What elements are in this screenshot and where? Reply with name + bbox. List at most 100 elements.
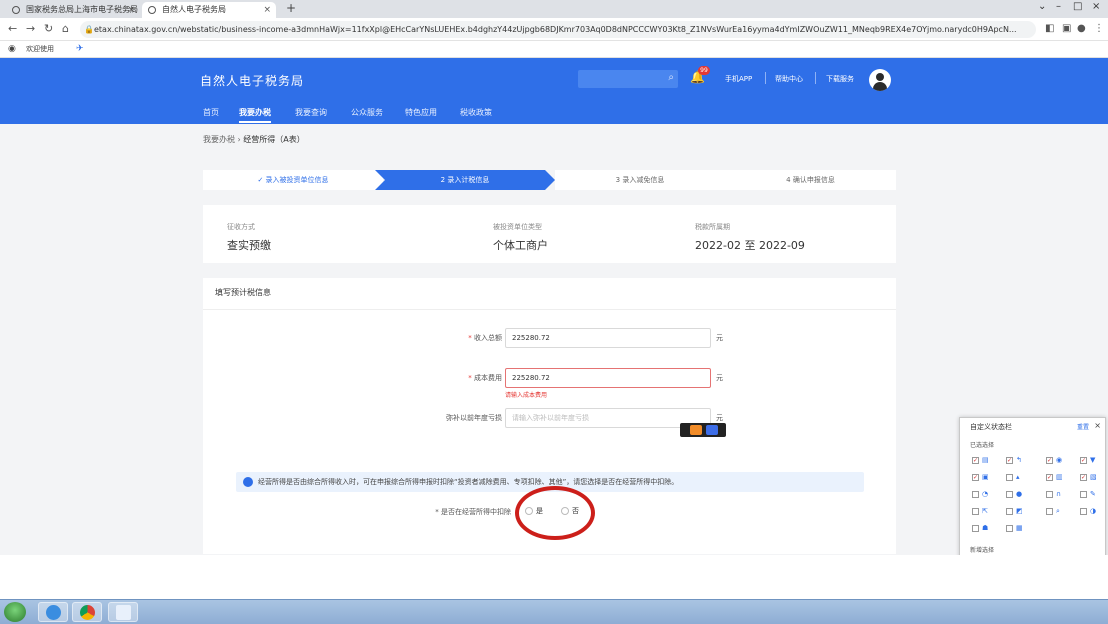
panel-option[interactable]: ◑	[1080, 507, 1100, 517]
divider	[765, 72, 766, 84]
close-icon[interactable]: ×	[1094, 421, 1101, 430]
sidebar-icon[interactable]: ▣	[1062, 23, 1071, 34]
panel-option[interactable]: ◩	[1006, 507, 1026, 517]
bookmark-item[interactable]: 欢迎使用	[26, 41, 54, 58]
browser-tab-bar: 国家税务总局上海市电子税务局 × 自然人电子税务局 × + ⌄ – □ ×	[0, 0, 1108, 18]
notice-text: 经营所得是否由综合所得收入时，可在申报综合所得申报时扣除“投资者减除费用、专项扣…	[258, 478, 679, 486]
browser-tab[interactable]: 国家税务总局上海市电子税务局 ×	[6, 2, 140, 18]
apps-icon[interactable]: ◉	[8, 41, 16, 58]
site-header: 自然人电子税务局 ⌕ 🔔 99 手机APP 帮助中心 下载服务 首页 我要办税 …	[0, 58, 1108, 124]
panel-option[interactable]: ✓ ▥	[1046, 473, 1066, 483]
info-label: 税款所属期	[695, 223, 730, 231]
chevron-down-icon[interactable]: ⌄	[1038, 1, 1046, 12]
site-title: 自然人电子税务局	[200, 74, 305, 88]
unit-label: 元	[716, 374, 723, 382]
panel-option[interactable]: ⇱	[972, 507, 992, 517]
home-icon[interactable]: ⌂	[62, 22, 69, 35]
unit-label: 元	[716, 334, 723, 342]
step-indicator: ✓ 录入被投资单位信息 2 录入计税信息 3 录入减免信息 4 确认申报信息	[203, 170, 896, 190]
reload-icon[interactable]: ↻	[44, 22, 53, 35]
highlight-annotation	[515, 486, 595, 540]
info-collection-method: 征收方式 查实预缴	[227, 222, 271, 253]
screen: 国家税务总局上海市电子税务局 × 自然人电子税务局 × + ⌄ – □ × ← …	[0, 0, 1108, 624]
panel-option[interactable]: ◔	[972, 490, 992, 500]
info-value: 个体工商户	[493, 239, 548, 252]
maximize-icon[interactable]: □	[1073, 1, 1082, 12]
panel-option[interactable]: ✓ ◉	[1046, 456, 1066, 466]
nav-item-policy[interactable]: 税收政策	[460, 107, 492, 118]
panel-title: 自定义状态栏	[970, 423, 1012, 431]
panel-section-label: 新增选择	[970, 547, 995, 554]
profile-icon[interactable]: ●	[1077, 23, 1086, 34]
panel-option[interactable]: ✎	[1080, 490, 1100, 500]
info-label: 被投资单位类型	[493, 223, 542, 231]
tax-form-card: 填写预计税信息 * 收入总额 225280.72 元 * 成本费用 225280…	[203, 278, 896, 554]
bookmark-label: 欢迎使用	[26, 45, 54, 53]
panel-option[interactable]: ▴	[1006, 473, 1026, 483]
address-bar[interactable]: 🔒 etax.chinatax.gov.cn/webstatic/busines…	[80, 21, 1036, 38]
info-icon	[243, 477, 253, 487]
form-label: 弥补以前年度亏损	[446, 414, 502, 422]
nav-item-query[interactable]: 我要查询	[295, 107, 327, 118]
custom-status-panel: 自定义状态栏 重置 × 已选选择 ✓ ▤ ✓ ↰ ✓ ◉ ✓ ▼ ✓ ▣ ▴ ✓ ▥ ✓ ▧ …	[959, 417, 1106, 562]
taskbar-app[interactable]	[72, 602, 102, 622]
start-button[interactable]	[4, 602, 26, 622]
nav-item-features[interactable]: 特色应用	[405, 107, 437, 118]
panel-option[interactable]: ●	[1006, 490, 1026, 500]
header-link-help[interactable]: 帮助中心	[775, 74, 803, 84]
header-link-download[interactable]: 下载服务	[826, 74, 854, 84]
panel-option[interactable]: ▦	[1006, 524, 1026, 534]
info-value: 2022-02 至 2022-09	[695, 239, 805, 252]
back-icon[interactable]: ←	[8, 22, 17, 35]
nav-item-tax[interactable]: 我要办税	[239, 107, 271, 123]
bookmark-icon[interactable]: ✈	[76, 41, 84, 58]
close-icon[interactable]: ×	[1092, 1, 1100, 12]
close-icon[interactable]: ×	[263, 2, 271, 18]
browser-tab-active[interactable]: 自然人电子税务局 ×	[142, 2, 276, 18]
panel-option[interactable]: ✓ ▧	[1080, 473, 1100, 483]
taskbar-app[interactable]	[108, 602, 138, 622]
panel-option[interactable]: ✓ ↰	[1006, 456, 1026, 466]
lock-icon: 🔒	[84, 25, 94, 34]
floating-toolbar[interactable]	[680, 423, 726, 437]
url-text: etax.chinatax.gov.cn/webstatic/business-…	[94, 25, 1017, 34]
new-tab-icon[interactable]: +	[286, 1, 296, 15]
declaration-info-card: 征收方式 查实预缴 被投资单位类型 个体工商户 税款所属期 2022-02 至 …	[203, 205, 896, 263]
app-icon[interactable]	[706, 425, 718, 435]
cost-expense-input[interactable]: 225280.72	[505, 368, 711, 388]
income-total-input[interactable]: 225280.72	[505, 328, 711, 348]
panel-option[interactable]: ∩	[1046, 490, 1066, 500]
search-icon[interactable]: ⌕	[668, 72, 674, 83]
panel-option[interactable]: ✓ ▼	[1080, 456, 1100, 466]
app-icon[interactable]	[690, 425, 702, 435]
extension-icon[interactable]: ◧	[1045, 23, 1054, 34]
header-link-app[interactable]: 手机APP	[725, 74, 752, 84]
panel-option[interactable]: ✓ ▤	[972, 456, 992, 466]
nav-item-public[interactable]: 公众服务	[351, 107, 383, 118]
minimize-icon[interactable]: –	[1056, 1, 1061, 12]
close-icon[interactable]: ×	[127, 2, 135, 18]
site-search-input[interactable]: ⌕	[578, 70, 678, 88]
globe-icon	[148, 6, 156, 14]
panel-option[interactable]: ☗	[972, 524, 992, 534]
error-message: 请输入成本费用	[505, 392, 548, 399]
breadcrumb-parent[interactable]: 我要办税	[203, 135, 235, 144]
info-unit-type: 被投资单位类型 个体工商户	[493, 222, 548, 253]
form-heading: 填写预计税信息	[203, 278, 896, 310]
breadcrumb-current: 经营所得（A表）	[243, 135, 305, 144]
notification-badge: 99	[698, 66, 710, 75]
nav-item-home[interactable]: 首页	[203, 107, 219, 118]
panel-option[interactable]: ✓ ▣	[972, 473, 992, 483]
panel-option[interactable]: ⌕	[1046, 507, 1066, 517]
step-1: ✓ 录入被投资单位信息	[203, 170, 383, 190]
menu-icon[interactable]: ⋮	[1094, 23, 1104, 34]
form-row-cost: * 成本费用 225280.72 元 请输入成本费用	[203, 368, 896, 399]
taskbar-app[interactable]	[38, 602, 68, 622]
step-2: 2 录入计税信息	[375, 170, 555, 190]
panel-reset-button[interactable]: 重置	[1077, 422, 1089, 431]
divider	[815, 72, 816, 84]
forward-icon[interactable]: →	[26, 22, 35, 35]
form-row-loss: 弥补以前年度亏损 请输入弥补以前年度亏损 元	[203, 408, 896, 428]
avatar[interactable]	[869, 69, 891, 91]
globe-icon	[12, 6, 20, 14]
